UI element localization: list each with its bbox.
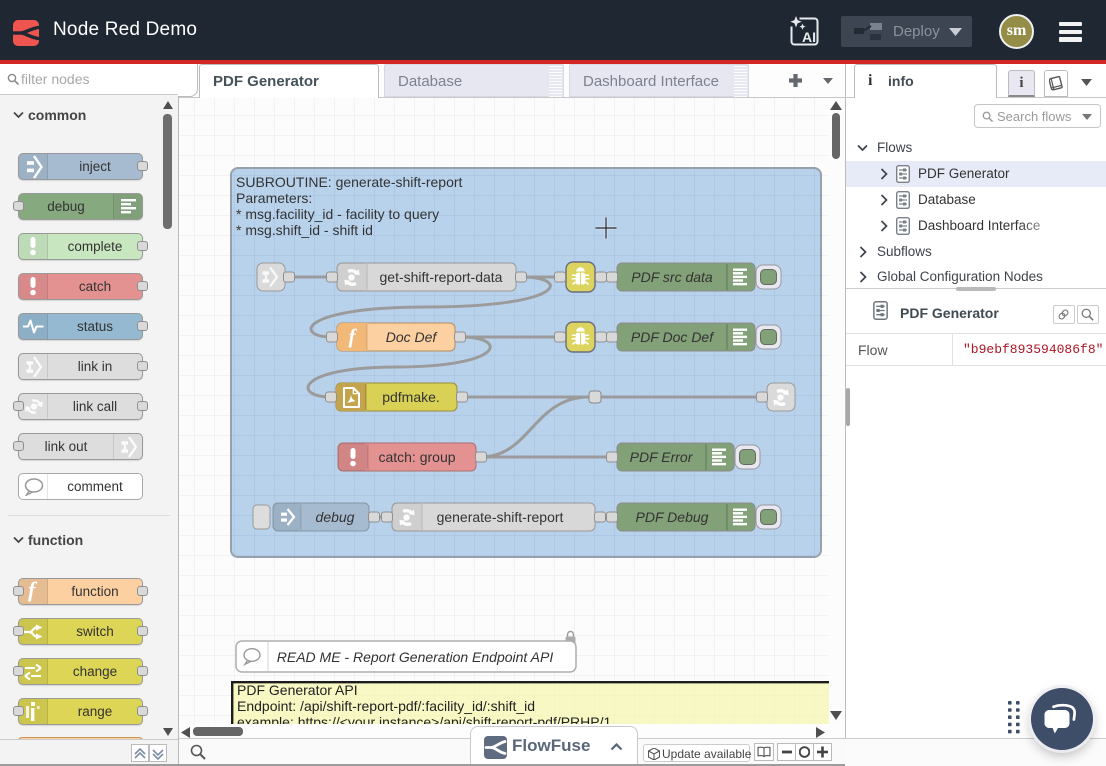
- svg-text:debug: debug: [316, 509, 355, 525]
- svg-text:READ ME - Report Generation En: READ ME - Report Generation Endpoint API: [277, 649, 554, 665]
- svg-text:get-shift-report-data: get-shift-report-data: [380, 269, 503, 285]
- svg-text:PDF src data: PDF src data: [631, 269, 713, 285]
- svg-text:SUBROUTINE: generate-shift-rep: SUBROUTINE: generate-shift-report: [236, 174, 463, 190]
- svg-text:catch: group: catch: group: [378, 449, 455, 465]
- svg-text:Doc Def: Doc Def: [386, 329, 439, 345]
- svg-text:PDF Generator API: PDF Generator API: [237, 682, 358, 698]
- svg-text:PDF Debug: PDF Debug: [636, 509, 709, 525]
- svg-text:pdfmake.: pdfmake.: [382, 389, 440, 405]
- svg-text:PDF Doc Def: PDF Doc Def: [631, 329, 715, 345]
- svg-text:Endpoint: /api/shift-report-pd: Endpoint: /api/shift-report-pdf/:facilit…: [237, 698, 535, 714]
- svg-text:* msg.facility_id - facility t: * msg.facility_id - facility to query: [236, 206, 439, 222]
- svg-text:AI: AI: [802, 29, 816, 45]
- svg-text:PDF Error: PDF Error: [630, 449, 694, 465]
- svg-text:generate-shift-report: generate-shift-report: [437, 509, 564, 525]
- svg-text:Parameters:: Parameters:: [236, 190, 312, 206]
- svg-text:* msg.shift_id - shift id: * msg.shift_id - shift id: [236, 222, 373, 238]
